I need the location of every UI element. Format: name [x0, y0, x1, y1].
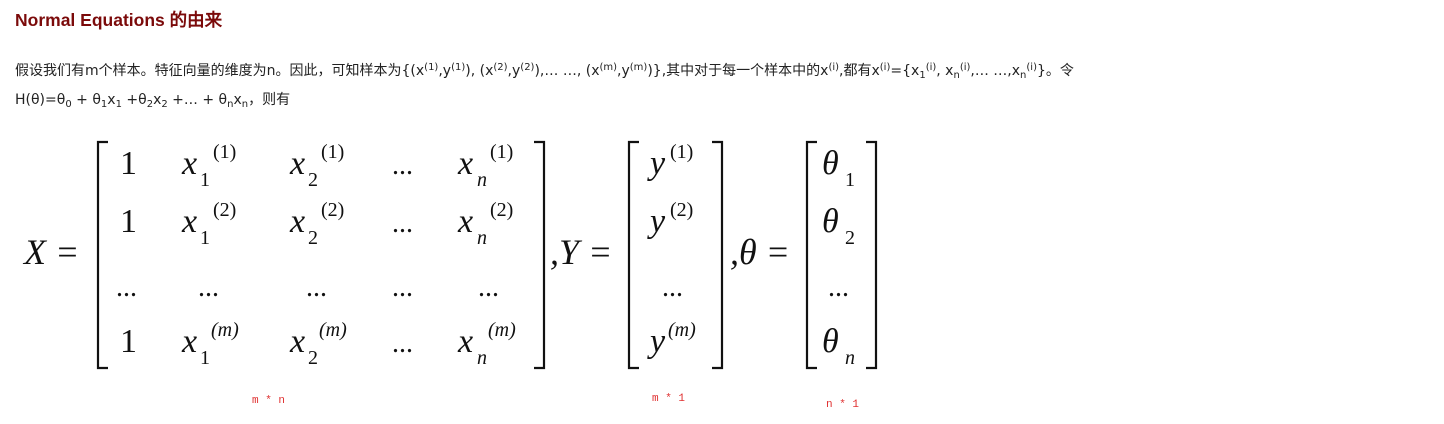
svg-text:(1): (1) [490, 141, 513, 163]
matrix-cell: x [457, 145, 473, 182]
matrix-cell: x [457, 203, 473, 240]
svg-text:(m): (m) [211, 319, 239, 341]
theta-dimension-label: n * 1 [826, 399, 860, 411]
matrix-cell: ... [392, 328, 413, 359]
svg-text:(2): (2) [213, 199, 236, 221]
x-dimension-label: m * n [252, 395, 286, 407]
svg-text:2: 2 [308, 169, 318, 191]
matrix-cell: y [647, 145, 666, 182]
matrix-cell: ... [478, 272, 499, 303]
matrix-cell: ... [662, 272, 683, 303]
intro-paragraph-line-2: H(θ)=θ0 + θ1x1 +θ2x2 +… + θnxn，则有 [15, 92, 291, 110]
x-matrix-row: 1 x 1 (1) x 2 (1) ... x n (1) [120, 141, 513, 191]
svg-text:(2): (2) [670, 199, 693, 221]
svg-text:(m): (m) [488, 319, 516, 341]
svg-text:2: 2 [308, 227, 318, 249]
x-matrix-label: X = [22, 232, 79, 272]
matrix-cell: ... [116, 272, 137, 303]
svg-text:1: 1 [845, 169, 855, 191]
matrix-cell: x [181, 145, 197, 182]
matrix-cell: y [647, 203, 666, 240]
svg-text:(1): (1) [213, 141, 236, 163]
svg-text:(1): (1) [670, 141, 693, 163]
svg-text:2: 2 [845, 227, 855, 249]
x-matrix-row: 1 x 1 (2) x 2 (2) ... x n (2) [120, 199, 513, 249]
matrix-cell: ... [828, 272, 849, 303]
theta-vector-brackets [805, 140, 878, 370]
matrix-cell: ... [198, 272, 219, 303]
matrix-formula: X = ,Y = ,θ = 1 x 1 (1) x 2 (1) ... x n … [22, 140, 878, 370]
x-matrix-row: ... ... ... ... ... [116, 272, 499, 303]
matrix-cell: 1 [120, 323, 137, 360]
svg-text:(2): (2) [490, 199, 513, 221]
matrix-cell: ... [392, 208, 413, 239]
svg-text:1: 1 [200, 347, 210, 369]
y-matrix-label: ,Y = [550, 232, 612, 272]
svg-text:(m): (m) [319, 319, 347, 341]
svg-text:n: n [477, 347, 487, 369]
matrix-cell: ... [392, 272, 413, 303]
svg-text:1: 1 [200, 227, 210, 249]
matrix-cell: 1 [120, 203, 137, 240]
svg-text:n: n [477, 169, 487, 191]
theta-vector-entries: θ 1 θ 2 ... θ n [822, 145, 855, 369]
theta-vector-label: ,θ = [730, 232, 790, 272]
x-matrix-row: 1 x 1 (m) x 2 (m) ... x n (m) [120, 319, 516, 369]
y-dimension-label: m * 1 [652, 393, 686, 405]
svg-text:1: 1 [200, 169, 210, 191]
matrix-cell: x [181, 203, 197, 240]
matrix-cell: θ [822, 203, 839, 240]
matrix-cell: ... [306, 272, 327, 303]
intro-paragraph-line-1: 假设我们有m个样本。特征向量的维度为n。因此，可知样本为{(x(1),y(1))… [15, 62, 1074, 81]
matrix-cell: y [647, 323, 666, 360]
matrix-cell: θ [822, 145, 839, 182]
svg-text:2: 2 [308, 347, 318, 369]
svg-text:(m): (m) [668, 319, 696, 341]
matrix-cell: 1 [120, 145, 137, 182]
svg-text:(2): (2) [321, 199, 344, 221]
matrix-cell: x [289, 323, 305, 360]
matrix-cell: x [457, 323, 473, 360]
matrix-cell: ... [392, 150, 413, 181]
svg-text:n: n [477, 227, 487, 249]
svg-text:n: n [845, 347, 855, 369]
y-vector-entries: y (1) y (2) ... y (m) [647, 141, 696, 360]
matrix-cell: x [289, 203, 305, 240]
section-heading: Normal Equations 的由来 [15, 10, 223, 30]
matrix-cell: x [289, 145, 305, 182]
matrix-cell: x [181, 323, 197, 360]
svg-text:(1): (1) [321, 141, 344, 163]
matrix-cell: θ [822, 323, 839, 360]
